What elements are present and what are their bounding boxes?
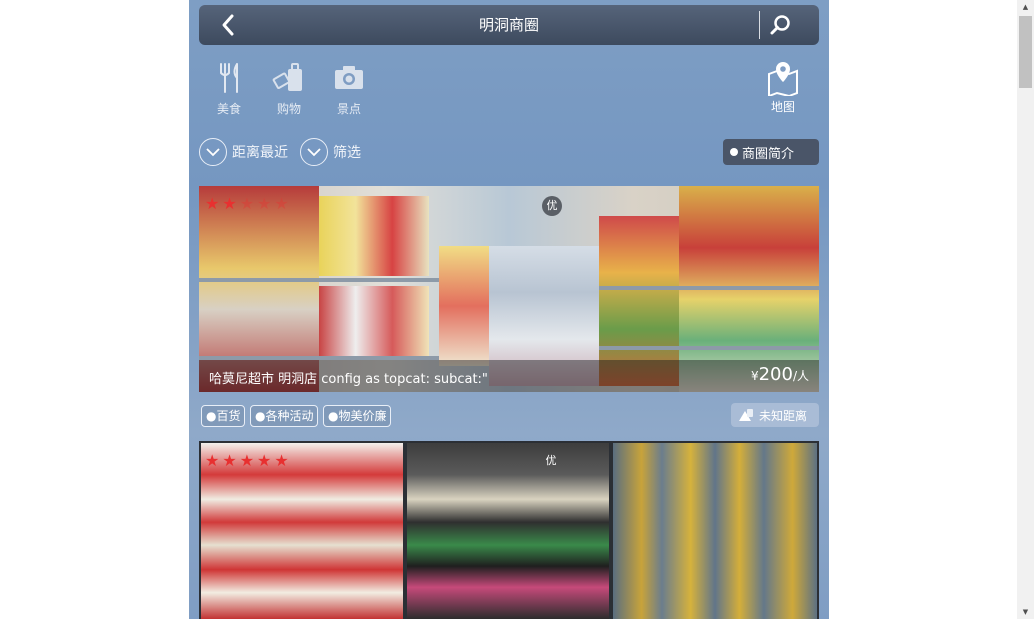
scroll-up-icon[interactable]: ▲ [1017,3,1034,11]
category-label: 景点 [336,102,361,116]
star-icon: ★ [274,194,289,213]
currency-symbol: ¥ [750,369,759,383]
price-unit: /人 [792,369,809,383]
star-icon: ★ [239,451,255,470]
distance-label: 未知距离 [759,408,808,423]
sort-dropdown[interactable]: 距离最近 [199,137,288,167]
listing-price: ¥200/人 [751,364,809,385]
distance-button[interactable]: 未知距离 [731,403,819,427]
tag-chip[interactable]: ●各种活动 [250,405,319,427]
location-icon [739,409,753,421]
rating-stars: ★ ★ ★ ★ ★ [205,196,289,212]
divider [759,11,760,39]
page-title: 明洞商圈 [478,16,539,34]
scroll-down-icon[interactable]: ▼ [1017,608,1034,616]
sort-label: 距离最近 [232,145,288,161]
star-icon: ★ [205,194,220,213]
intro-label: 商圈简介 [742,146,795,162]
chevron-down-icon [199,138,227,166]
listing-photo [613,443,817,619]
category-sights[interactable]: 景点 [329,62,369,117]
rating-stars: ★ ★ ★ ★ ★ [205,453,289,469]
star-icon: ★ [257,194,272,213]
top-bar: 明洞商圈 [199,5,819,45]
listing-photo [407,443,609,619]
star-icon: ★ [257,451,272,470]
app-screen: 明洞商圈 美食 购物 景点 地图 距离最近 筛选 商圈简介 ★ ★ ★ ★ ★ … [189,0,829,619]
price-value: 200 [758,364,793,385]
star-icon: ★ [222,194,237,213]
search-button[interactable] [769,13,793,37]
quality-badge: 优 [545,454,557,467]
star-icon: ★ [239,194,255,213]
bullet-icon [730,148,738,156]
camera-icon [335,66,363,89]
food-icon [220,63,238,93]
map-pin-icon [768,62,798,96]
category-label: 购物 [276,102,301,116]
listing-caption: 哈莫尼超市 明洞店 config as topcat: subcat:" ¥20… [199,360,819,392]
map-button[interactable]: 地图 [763,60,803,115]
category-shopping[interactable]: 购物 [269,62,309,117]
listing-card[interactable]: ★ ★ ★ ★ ★ 优 哈莫尼超市 明洞店 config as topcat: subc… [199,186,819,392]
map-label: 地图 [770,100,795,114]
listing-card[interactable]: ★ ★ ★ ★ ★ 优 [199,441,819,619]
category-food[interactable]: 美食 [209,62,249,117]
filter-label: 筛选 [333,145,361,161]
tag-chip[interactable]: ●百货 [201,405,246,427]
district-intro-button[interactable]: 商圈简介 [723,139,819,165]
quality-badge: 优 [542,196,562,216]
filter-dropdown[interactable]: 筛选 [300,137,361,167]
scrollbar-thumb[interactable] [1019,16,1032,88]
shopping-icon [272,63,302,91]
search-icon [770,15,790,35]
page-scrollbar[interactable]: ▲ ▼ [1017,0,1034,619]
star-icon: ★ [274,451,289,470]
tag-chip[interactable]: ●物美价廉 [323,405,392,427]
listing-name: 哈莫尼超市 明洞店 config as topcat: subcat:" [209,372,488,387]
category-label: 美食 [216,102,241,116]
star-icon: ★ [222,451,237,470]
star-icon: ★ [205,451,220,470]
chevron-down-icon [300,138,328,166]
